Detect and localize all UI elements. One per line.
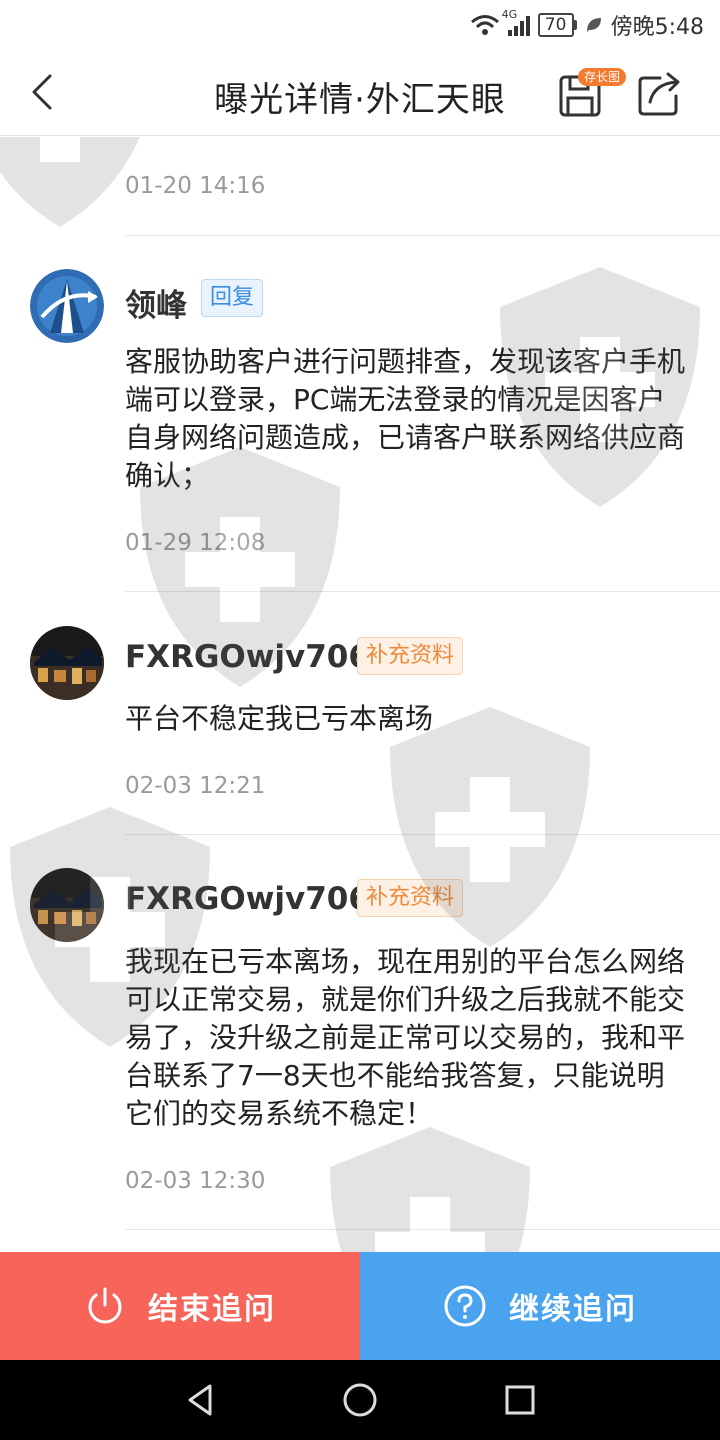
leaf-icon — [586, 18, 601, 32]
entry-timestamp: 02-03 12:21 — [125, 773, 266, 799]
power-icon — [88, 1287, 122, 1324]
wifi-icon — [470, 15, 499, 35]
avatar[interactable] — [30, 868, 104, 942]
continue-inquiry-button[interactable]: 继续追问 — [360, 1252, 720, 1360]
user-photo-icon — [30, 626, 104, 700]
back-triangle-icon[interactable] — [180, 1380, 220, 1420]
page-title: 曝光详情·外汇天眼 — [214, 80, 506, 120]
supplement-tag: 补充资料 — [357, 879, 464, 917]
entry-timestamp: 02-03 12:30 — [125, 1168, 266, 1194]
home-circle-icon[interactable] — [340, 1380, 380, 1420]
company-logo-icon — [30, 269, 104, 343]
divider — [125, 235, 720, 236]
first-timestamp: 01-20 14:16 — [125, 173, 266, 199]
watermark-shield-icon — [330, 1127, 530, 1252]
save-badge: 存长图 — [578, 68, 627, 86]
network-type: 4G — [501, 8, 518, 21]
status-time: 傍晚5:48 — [610, 15, 704, 40]
user-photo-icon — [30, 868, 104, 942]
continue-inquiry-label: 继续追问 — [509, 1292, 637, 1327]
back-button[interactable] — [20, 70, 64, 114]
avatar[interactable] — [30, 269, 104, 343]
reply-tag: 回复 — [201, 279, 264, 317]
entry-timestamp: 01-29 12:08 — [125, 530, 266, 556]
signal-icon: 4G — [502, 8, 530, 36]
message-text: 平台不稳定我已亏本离场 — [125, 702, 434, 735]
avatar[interactable] — [30, 626, 104, 700]
thread-list[interactable]: 01-20 14:16 领峰 回复 客服协助客户进行问题排查，发现该客户手机端可… — [0, 137, 720, 1252]
username[interactable]: 领峰 — [125, 280, 187, 325]
recents-square-icon[interactable] — [500, 1380, 540, 1420]
divider — [125, 834, 720, 835]
divider — [125, 591, 720, 592]
message-text: 我现在已亏本离场，现在用别的平台怎么网络可以正常交易，就是你们升级之后我就不能交… — [125, 945, 686, 1130]
end-inquiry-button[interactable]: 结束追问 — [0, 1252, 360, 1360]
header: 曝光详情·外汇天眼 存长图 — [0, 50, 720, 136]
share-button[interactable] — [636, 70, 684, 118]
end-inquiry-label: 结束追问 — [148, 1292, 276, 1327]
battery-level: 70 — [537, 13, 574, 37]
share-icon — [638, 72, 680, 116]
message-text: 客服协助客户进行问题排查，发现该客户手机端可以登录，PC端无法登录的情况是因客户… — [125, 345, 686, 492]
divider — [125, 1229, 720, 1230]
status-bar: 4G 70 傍晚5:48 — [0, 0, 720, 50]
action-bar: 结束追问 继续追问 — [0, 1252, 720, 1360]
supplement-tag: 补充资料 — [357, 637, 464, 675]
save-long-image-button[interactable]: 存长图 — [556, 68, 627, 120]
username[interactable]: FXRGOwjv7069 — [125, 881, 392, 917]
question-icon — [444, 1285, 486, 1327]
back-icon — [32, 74, 52, 110]
system-navigation-bar — [0, 1360, 720, 1440]
username[interactable]: FXRGOwjv7069 — [125, 639, 392, 675]
battery-icon: 70 — [537, 13, 577, 37]
